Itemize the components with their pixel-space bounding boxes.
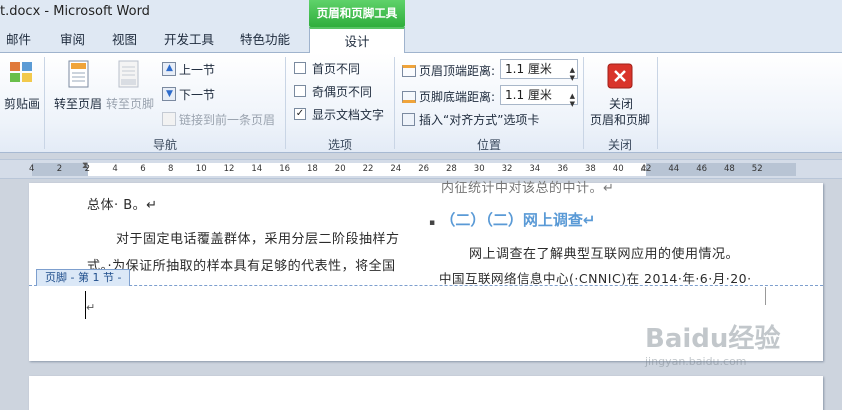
options-group-label: 选项: [327, 138, 352, 152]
different-first-page-label: 首页不同: [312, 62, 361, 76]
ruler-number: 26: [418, 164, 430, 174]
clipart-icon: [9, 61, 35, 85]
ruler-number: 8: [168, 164, 174, 174]
ruler-number: 16: [279, 164, 291, 174]
alignment-icon: [402, 113, 415, 126]
ribbon: 剪贴画 转至页眉 转至页脚 ▲ 上一节 ▼ 下一节 链接到前一条页眉 导航 首页不同…: [0, 53, 842, 153]
tab-mail[interactable]: 邮件: [6, 27, 31, 53]
link-icon: [162, 112, 176, 126]
tab-review[interactable]: 审阅: [60, 27, 85, 53]
footer-distance-input[interactable]: 1.1 厘米 ▲ ▼: [500, 85, 578, 108]
ruler-number: 46: [696, 164, 708, 174]
ruler-number: 20: [334, 164, 346, 174]
goto-footer-button[interactable]: 转至页脚: [106, 95, 154, 112]
ruler-number: 2: [56, 164, 63, 174]
ruler-number: 36: [557, 164, 569, 174]
tab-developer[interactable]: 开发工具: [164, 27, 214, 53]
title-bar: t.docx - Microsoft Word 页眉和页脚工具: [0, 0, 842, 27]
goto-header-icon: [66, 59, 92, 89]
ruler-number: 4: [112, 164, 118, 174]
body-text-line: 内征统计中对该总的中计。↵: [441, 181, 615, 196]
ruler-number: 34: [529, 164, 541, 174]
body-text-line: 式。·为保证所抽取的样本具有足够的代表性，将全国: [87, 259, 396, 274]
footer-boundary: [29, 285, 823, 286]
ruler-number: 30: [473, 164, 485, 174]
tab-view[interactable]: 视图: [112, 27, 137, 53]
show-document-text-label: 显示文档文字: [312, 108, 385, 122]
ruler-number: 38: [585, 164, 596, 174]
goto-header-button[interactable]: 转至页眉: [54, 95, 102, 112]
header-distance-icon: [402, 65, 416, 77]
ruler-number: 40: [612, 164, 624, 174]
ruler-number: 48: [724, 164, 735, 174]
watermark-logo: Baidu经验 jingyan.baidu.com: [645, 324, 781, 368]
paragraph-mark: ↵: [86, 301, 96, 314]
previous-section-icon: ▲: [162, 62, 176, 76]
right-indent-marker-icon[interactable]: △: [641, 163, 648, 173]
body-text-line: 网上调查在了解典型互联网应用的使用情况。: [469, 247, 740, 262]
show-document-text-checkbox[interactable]: ✓: [294, 108, 306, 120]
position-group-label: 位置: [476, 138, 501, 152]
footer-distance-icon: [402, 91, 416, 103]
margin-marker: [765, 287, 766, 305]
ruler-number: 6: [140, 164, 146, 174]
context-group-label: 页眉和页脚工具: [309, 0, 405, 27]
insert-alignment-tab-button[interactable]: 插入“对齐方式”选项卡: [402, 111, 539, 128]
header-distance-input[interactable]: 1.1 厘米 ▲ ▼: [500, 59, 578, 82]
tab-features[interactable]: 特色功能: [240, 27, 290, 53]
close-header-footer-button-line2[interactable]: 页眉和页脚: [590, 111, 650, 128]
navigation-group-label: 导航: [152, 138, 177, 152]
body-text-line: 对于固定电话覆盖群体，采用分层二阶段抽样方: [116, 232, 400, 247]
link-to-previous-button[interactable]: 链接到前一条页眉: [162, 111, 275, 128]
ruler-number: 18: [307, 164, 318, 174]
ruler-number: 52: [751, 164, 763, 174]
next-section-button[interactable]: ▼ 下一节: [162, 86, 215, 103]
clipart-button[interactable]: 剪贴画: [4, 95, 40, 112]
close-header-footer-button[interactable]: 关闭: [609, 95, 633, 112]
close-group-label: 关闭: [607, 138, 632, 152]
ruler-number: 12: [223, 164, 235, 174]
ribbon-tabs: 邮件 审阅 视图 开发工具 特色功能 设计: [0, 27, 842, 54]
header-distance-label: 页眉顶端距离:: [402, 62, 495, 79]
ruler-number: 24: [390, 164, 402, 174]
different-odd-even-checkbox[interactable]: [294, 85, 306, 97]
ruler-number: 4: [29, 164, 35, 174]
horizontal-ruler[interactable]: 4 2 2 4 6 8 10 12 14 16 18 20 22 24 26 28 30 32 34 36 38 40 42…: [0, 159, 842, 179]
previous-section-button[interactable]: ▲ 上一节: [162, 61, 215, 78]
ruler-number: 28: [446, 164, 457, 174]
body-text-line: 总体· B。↵: [87, 198, 158, 213]
window-title: t.docx - Microsoft Word: [0, 4, 150, 19]
ruler-number: 32: [501, 164, 513, 174]
ruler-number: 10: [195, 164, 207, 174]
spin-down-icon[interactable]: ▼: [570, 95, 575, 113]
goto-footer-icon: [116, 59, 142, 89]
ruler-number: 22: [362, 164, 374, 174]
tab-design[interactable]: 设计: [309, 27, 405, 54]
ruler-number: 44: [668, 164, 680, 174]
ruler-number: 14: [251, 164, 263, 174]
section-heading: ▪ （二）（二）网上调查↵: [429, 211, 596, 229]
next-section-icon: ▼: [162, 87, 176, 101]
close-icon: [607, 63, 633, 89]
footer-distance-label: 页脚底端距离:: [402, 88, 495, 105]
footer-section-tag: 页脚 - 第 1 节 -: [36, 269, 131, 286]
different-first-page-checkbox[interactable]: [294, 62, 306, 74]
different-odd-even-label: 奇偶页不同: [312, 85, 373, 99]
indent-marker-icon[interactable]: ⧗: [82, 161, 88, 171]
